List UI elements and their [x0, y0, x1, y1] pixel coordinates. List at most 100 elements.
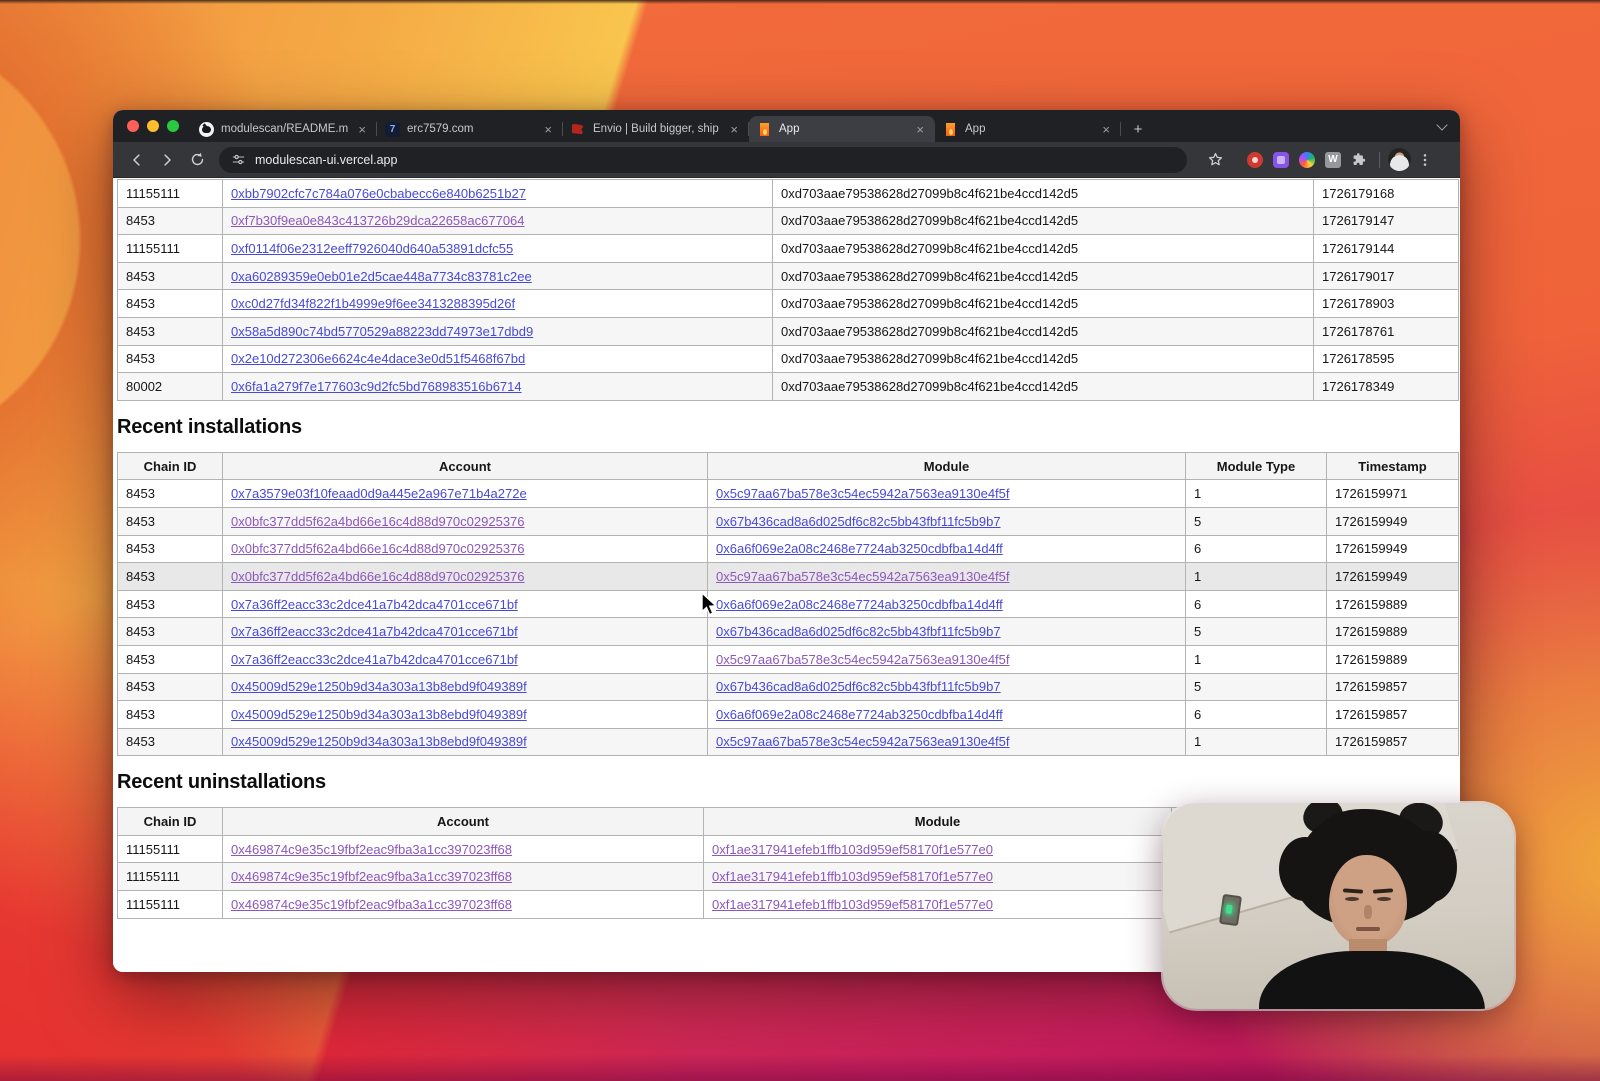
github-icon [199, 122, 214, 137]
chain-cell: 8453 [118, 618, 223, 646]
column-header: Module [708, 452, 1186, 480]
tab-close-icon[interactable]: × [913, 122, 927, 137]
erc7579-icon: 7 [385, 122, 400, 137]
account-link[interactable]: 0x2e10d272306e6624c4e4dace3e0d51f5468f67… [231, 351, 525, 366]
chain-cell: 8453 [118, 701, 223, 729]
module-cell: 0x67b436cad8a6d025df6c82c5bb43fbf11fc5b9… [708, 507, 1186, 535]
tab-close-icon[interactable]: × [355, 122, 369, 137]
column-header: Account [223, 808, 704, 836]
extension-red-icon[interactable] [1243, 148, 1267, 172]
minimize-window-button[interactable] [147, 120, 159, 132]
account-link[interactable]: 0x7a36ff2eacc33c2dce41a7b42dca4701cce671… [231, 597, 518, 612]
account-link[interactable]: 0x0bfc377dd5f62a4bd66e16c4d88d970c029253… [231, 569, 525, 584]
account-link[interactable]: 0x45009d529e1250b9d34a303a13b8ebd9f04938… [231, 679, 527, 694]
tab-close-icon[interactable]: × [1099, 122, 1113, 137]
module-cell: 0x5c97aa67ba578e3c54ec5942a7563ea9130e4f… [708, 645, 1186, 673]
extension-w-icon[interactable]: W [1321, 148, 1345, 172]
account-link[interactable]: 0x45009d529e1250b9d34a303a13b8ebd9f04938… [231, 734, 527, 749]
reload-button[interactable] [183, 146, 211, 174]
module-cell: 0xf1ae317941efeb1ffb103d959ef58170f1e577… [704, 835, 1172, 863]
timestamp-cell: 1726179168 [1314, 180, 1459, 208]
module-link[interactable]: 0x6a6f069e2a08c2468e7724ab3250cdbfba14d4… [716, 707, 1003, 722]
account-link[interactable]: 0x0bfc377dd5f62a4bd66e16c4d88d970c029253… [231, 541, 525, 556]
account-link[interactable]: 0x58a5d890c74bd5770529a88223dd74973e17db… [231, 324, 533, 339]
module-link[interactable]: 0x5c97aa67ba578e3c54ec5942a7563ea9130e4f… [716, 652, 1010, 667]
header-row: Chain IDAccountModuleModule TypeTimestam… [118, 452, 1459, 480]
module-link[interactable]: 0x6a6f069e2a08c2468e7724ab3250cdbfba14d4… [716, 541, 1003, 556]
account-link[interactable]: 0xf7b30f9ea0e843c413726b29dca22658ac6770… [231, 213, 525, 228]
table-row: 84530x7a36ff2eacc33c2dce41a7b42dca4701cc… [118, 590, 1459, 618]
account-link[interactable]: 0x469874c9e35c19fbf2eac9fba3a1cc397023ff… [231, 869, 512, 884]
module-link[interactable]: 0x5c97aa67ba578e3c54ec5942a7563ea9130e4f… [716, 734, 1010, 749]
module-link[interactable]: 0x67b436cad8a6d025df6c82c5bb43fbf11fc5b9… [716, 624, 1001, 639]
chain-cell: 8453 [118, 317, 223, 345]
toolbar-divider [1379, 152, 1380, 168]
chain-cell: 8453 [118, 290, 223, 318]
account-link[interactable]: 0x469874c9e35c19fbf2eac9fba3a1cc397023ff… [231, 842, 512, 857]
tab-title: App [779, 123, 906, 135]
account-cell: 0x6fa1a279f7e177603c9d2fc5bd768983516b67… [223, 373, 773, 401]
tab-close-icon[interactable]: × [727, 122, 741, 137]
chain-cell: 8453 [118, 507, 223, 535]
module-link[interactable]: 0xf1ae317941efeb1ffb103d959ef58170f1e577… [712, 869, 993, 884]
module-cell: 0xd703aae79538628d27099b8c4f621be4ccd142… [773, 235, 1314, 263]
module-cell: 0xd703aae79538628d27099b8c4f621be4ccd142… [773, 207, 1314, 235]
tab-close-icon[interactable]: × [541, 122, 555, 137]
extension-rainbow-icon[interactable] [1295, 148, 1319, 172]
forward-button[interactable] [153, 146, 181, 174]
module-link[interactable]: 0x5c97aa67ba578e3c54ec5942a7563ea9130e4f… [716, 569, 1010, 584]
module-link[interactable]: 0x6a6f069e2a08c2468e7724ab3250cdbfba14d4… [716, 597, 1003, 612]
account-link[interactable]: 0x45009d529e1250b9d34a303a13b8ebd9f04938… [231, 707, 527, 722]
module_type-cell: 5 [1186, 507, 1327, 535]
chain-cell: 11155111 [118, 891, 223, 919]
profile-avatar[interactable] [1388, 148, 1411, 171]
account-link[interactable]: 0x0bfc377dd5f62a4bd66e16c4d88d970c029253… [231, 514, 525, 529]
account-link[interactable]: 0x7a3579e03f10feaad0d9a445e2a967e71b4a27… [231, 486, 527, 501]
module_type-cell: 1 [1186, 645, 1327, 673]
tab-search-button[interactable] [1434, 118, 1450, 134]
table-row: 8453 0x45009d529e1250b9d34a303a13b8ebd9f0… [118, 701, 1459, 729]
module-link[interactable]: 0xf1ae317941efeb1ffb103d959ef58170f1e577… [712, 897, 993, 912]
tab-3[interactable]: Envio | Build bigger, ship fast× [563, 116, 749, 142]
account-link[interactable]: 0x7a36ff2eacc33c2dce41a7b42dca4701cce671… [231, 652, 518, 667]
account-link[interactable]: 0xbb7902cfc7c784a076e0cbabecc6e840b6251b… [231, 186, 526, 201]
module-cell: 0xd703aae79538628d27099b8c4f621be4ccd142… [773, 290, 1314, 318]
account-link[interactable]: 0xf0114f06e2312eeff7926040d640a53891dcfc… [231, 241, 513, 256]
account-link[interactable]: 0x7a36ff2eacc33c2dce41a7b42dca4701cce671… [231, 624, 518, 639]
timestamp-cell: 1726179144 [1314, 235, 1459, 263]
table-row: 800020x6fa1a279f7e177603c9d2fc5bd7689835… [118, 373, 1459, 401]
account-link[interactable]: 0xa60289359e0eb01e2d5cae448a7734c83781c2… [231, 269, 532, 284]
module-link[interactable]: 0xf1ae317941efeb1ffb103d959ef58170f1e577… [712, 842, 993, 857]
zoom-window-button[interactable] [167, 120, 179, 132]
bookmark-button[interactable] [1201, 146, 1229, 174]
menu-button[interactable] [1413, 148, 1437, 172]
account-link[interactable]: 0x469874c9e35c19fbf2eac9fba3a1cc397023ff… [231, 897, 512, 912]
extensions-button[interactable] [1347, 148, 1371, 172]
module-link[interactable]: 0x5c97aa67ba578e3c54ec5942a7563ea9130e4f… [716, 486, 1010, 501]
module_type-cell: 6 [1186, 535, 1327, 563]
star-icon [1207, 151, 1224, 168]
account-link[interactable]: 0xc0d27fd34f822f1b4999e9f6ee3413288395d2… [231, 296, 515, 311]
presenter-torso [1259, 951, 1485, 1009]
module-link[interactable]: 0x67b436cad8a6d025df6c82c5bb43fbf11fc5b9… [716, 514, 1001, 529]
account-cell: 0x469874c9e35c19fbf2eac9fba3a1cc397023ff… [223, 863, 704, 891]
extension-purple-icon[interactable] [1269, 148, 1293, 172]
module-link[interactable]: 0x67b436cad8a6d025df6c82c5bb43fbf11fc5b9… [716, 679, 1001, 694]
module-cell: 0xd703aae79538628d27099b8c4f621be4ccd142… [773, 262, 1314, 290]
tab-4[interactable]: App × [749, 116, 935, 142]
tab-2[interactable]: 7 erc7579.com × [377, 116, 563, 142]
new-tab-button[interactable]: + [1125, 116, 1151, 142]
back-button[interactable] [123, 146, 151, 174]
module_type-cell: 6 [1186, 590, 1327, 618]
table-row: 8453 0x0bfc377dd5f62a4bd66e16c4d88d970c02… [118, 507, 1459, 535]
close-window-button[interactable] [127, 120, 139, 132]
address-bar[interactable]: modulescan-ui.vercel.app [219, 147, 1187, 173]
tab-1[interactable]: modulescan/README.md at× [191, 116, 377, 142]
puzzle-icon [1351, 151, 1368, 168]
account-link[interactable]: 0x6fa1a279f7e177603c9d2fc5bd768983516b67… [231, 379, 522, 394]
tab-5[interactable]: App× [935, 116, 1121, 142]
tab-title: erc7579.com [407, 123, 534, 135]
timestamp-cell: 1726178349 [1314, 373, 1459, 401]
account-cell: 0x7a36ff2eacc33c2dce41a7b42dca4701cce671… [223, 590, 708, 618]
chain-cell: 8453 [118, 645, 223, 673]
